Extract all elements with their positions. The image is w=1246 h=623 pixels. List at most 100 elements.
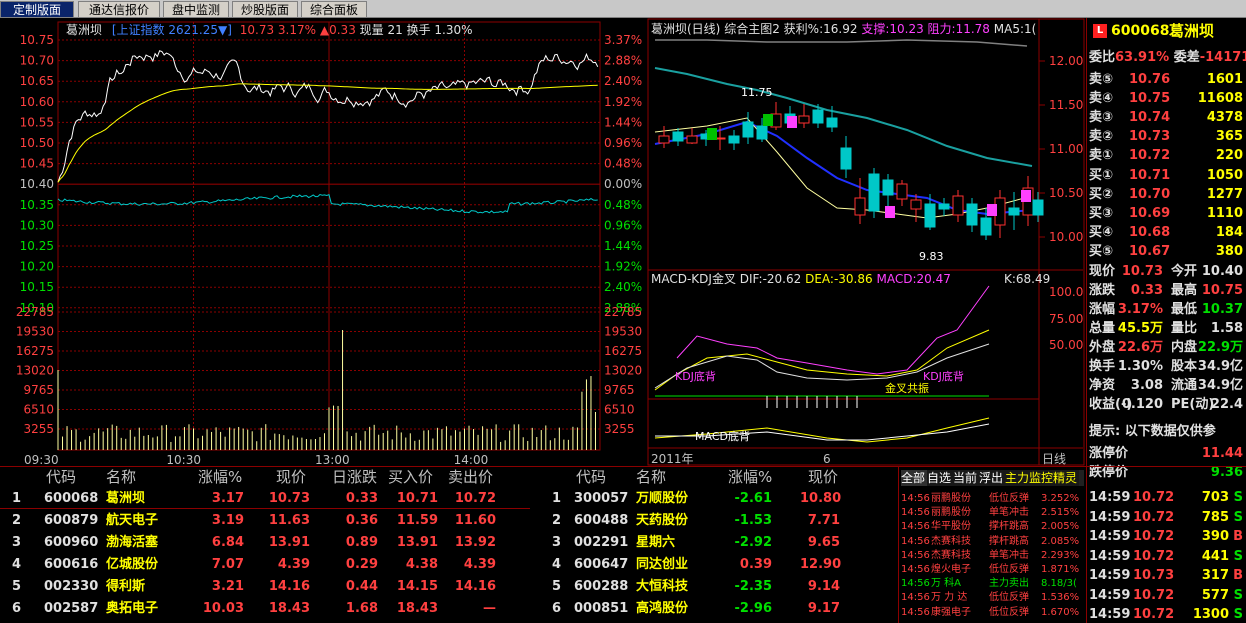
table2-header-3[interactable]: 现价	[808, 468, 838, 486]
table1-row[interactable]: 2 600879 航天电子 3.19 11.63 0.36 11.59 11.60	[0, 510, 530, 532]
table1-cell[interactable]: —	[448, 598, 496, 620]
table2-cell[interactable]: 9.17	[800, 598, 840, 620]
table1-header-0[interactable]: 代码	[46, 468, 76, 486]
table2-cell[interactable]: 3	[552, 532, 561, 554]
table1-cell[interactable]: 13.91	[390, 532, 438, 554]
table1-cell[interactable]: 2	[12, 510, 21, 532]
monitor-row[interactable]: 14:56 康强电子 低位反弹 1.670%	[901, 606, 1084, 620]
table2-header-0[interactable]: 代码	[576, 468, 606, 486]
trade-row[interactable]: 14:59 10.72 1300 S	[1089, 605, 1245, 623]
table1-cell[interactable]: 18.43	[266, 598, 310, 620]
table2-header-2[interactable]: 涨幅%	[728, 468, 772, 486]
bid-row[interactable]: 买③ 10.69 1110	[1089, 204, 1245, 223]
stat-row[interactable]: 净资 3.08 流通 34.9亿	[1089, 376, 1245, 395]
table1-cell[interactable]: 11.60	[448, 510, 496, 532]
tab-tdx-quotes[interactable]: 通达信报价	[78, 1, 160, 17]
table2-cell[interactable]: 高鸿股份	[636, 598, 688, 620]
monitor-tab[interactable]: 主力监控精灵	[1005, 470, 1079, 486]
table1-cell[interactable]: 6.84	[198, 532, 244, 554]
monitor-tab[interactable]: 当前	[953, 470, 979, 486]
table2-cell[interactable]: 0.39	[726, 554, 772, 576]
table2-cell[interactable]: 万顺股份	[636, 488, 688, 510]
tab-trading-layout[interactable]: 炒股版面	[232, 1, 298, 17]
table1-row[interactable]: 5 002330 得利斯 3.21 14.16 0.44 14.15 14.16	[0, 576, 530, 598]
table1-cell[interactable]: 14.16	[448, 576, 496, 598]
monitor-row[interactable]: 14:56 丽鹏股份 单笔冲击 2.515%	[901, 506, 1084, 520]
table1-header-1[interactable]: 名称	[106, 468, 136, 486]
table1-row[interactable]: 6 002587 奥拓电子 10.03 18.43 1.68 18.43 —	[0, 598, 530, 620]
table1-cell[interactable]: 600879	[44, 510, 98, 532]
tab-composite-panel[interactable]: 综合面板	[301, 1, 367, 17]
table1-header-6[interactable]: 卖出价	[448, 468, 493, 486]
table1-cell[interactable]: 600960	[44, 532, 98, 554]
table2-cell[interactable]: 9.65	[800, 532, 840, 554]
table1-cell[interactable]: 11.59	[390, 510, 438, 532]
table2-cell[interactable]: 000851	[574, 598, 628, 620]
monitor-row[interactable]: 14:56 杰赛科技 单笔冲击 2.293%	[901, 549, 1084, 563]
table1-cell[interactable]: 600616	[44, 554, 98, 576]
table1-cell[interactable]: 1	[12, 488, 21, 510]
monitor-tab[interactable]: 自选	[927, 470, 953, 486]
table2-cell[interactable]: -2.35	[726, 576, 772, 598]
tab-custom-layout[interactable]: 定制版面	[0, 1, 74, 17]
ask-row[interactable]: 卖① 10.72 220	[1089, 146, 1245, 165]
table2-cell[interactable]: 600288	[574, 576, 628, 598]
table1-header-3[interactable]: 现价	[276, 468, 306, 486]
table1-cell[interactable]: 5	[12, 576, 21, 598]
stat-row[interactable]: 涨幅 3.17% 最低 10.37	[1089, 300, 1245, 319]
table1-cell[interactable]: 11.63	[266, 510, 310, 532]
table2-cell[interactable]: 4	[552, 554, 561, 576]
table2-row[interactable]: 3 002291 星期六 -2.92 9.65	[540, 532, 896, 554]
monitor-row[interactable]: 14:56 万 力 达 低位反弹 1.536%	[901, 591, 1084, 605]
table1-cell[interactable]: 0.44	[330, 576, 378, 598]
table1-header-5[interactable]: 买入价	[388, 468, 433, 486]
table1-row[interactable]: 4 600616 亿城股份 7.07 4.39 0.29 4.38 4.39	[0, 554, 530, 576]
table1-cell[interactable]: 002330	[44, 576, 98, 598]
table1-cell[interactable]: 4.39	[266, 554, 310, 576]
table1-cell[interactable]: 渤海活塞	[106, 532, 158, 554]
stat-row[interactable]: 涨跌 0.33 最高 10.75	[1089, 281, 1245, 300]
table2-cell[interactable]: 10.80	[800, 488, 841, 510]
table1-cell[interactable]: 14.15	[390, 576, 438, 598]
table1-cell[interactable]: 3.19	[198, 510, 244, 532]
ask-row[interactable]: 卖② 10.73 365	[1089, 127, 1245, 146]
monitor-tab[interactable]: 浮出	[979, 470, 1005, 486]
table1-cell[interactable]: 3.21	[198, 576, 244, 598]
table1-cell[interactable]: 航天电子	[106, 510, 158, 532]
trade-row[interactable]: 14:59 10.73 317 B	[1089, 566, 1245, 585]
trade-row[interactable]: 14:59 10.72 785 S	[1089, 508, 1245, 527]
table2-row[interactable]: 5 600288 大恒科技 -2.35 9.14	[540, 576, 896, 598]
table1-cell[interactable]: 4.39	[448, 554, 496, 576]
table2-cell[interactable]: 星期六	[636, 532, 675, 554]
table1-cell[interactable]: 13.92	[448, 532, 496, 554]
ask-row[interactable]: 卖④ 10.75 11608	[1089, 89, 1245, 108]
table2-row[interactable]: 2 600488 天药股份 -1.53 7.71	[540, 510, 896, 532]
table2-cell[interactable]: -2.92	[726, 532, 772, 554]
trade-row[interactable]: 14:59 10.72 577 S	[1089, 586, 1245, 605]
table2-cell[interactable]: 12.90	[800, 554, 841, 576]
table1-cell[interactable]: 葛洲坝	[106, 488, 145, 510]
table1-cell[interactable]: 0.36	[330, 510, 378, 532]
table1-cell[interactable]: 0.33	[330, 488, 378, 510]
table2-cell[interactable]: 5	[552, 576, 561, 598]
table1-cell[interactable]: 002587	[44, 598, 98, 620]
monitor-row[interactable]: 14:56 煌火电子 低位反弹 1.871%	[901, 563, 1084, 577]
stat-row[interactable]: 收益(-) 0.120 PE(动) 22.4	[1089, 395, 1245, 414]
table1-cell[interactable]: 得利斯	[106, 576, 145, 598]
table1-cell[interactable]: 10.72	[448, 488, 496, 510]
table1-header-2[interactable]: 涨幅%	[198, 468, 242, 486]
intraday-chart[interactable]: 10.75 3.37% 10.70 2.88% 10.65 2.40% 10.60 1.92%…	[0, 18, 646, 466]
table2-cell[interactable]: 2	[552, 510, 561, 532]
table1-cell[interactable]: 6	[12, 598, 21, 620]
table2-cell[interactable]: -1.53	[726, 510, 772, 532]
table2-header-1[interactable]: 名称	[636, 468, 666, 486]
table1-cell[interactable]: 0.29	[330, 554, 378, 576]
table2-cell[interactable]: 600647	[574, 554, 628, 576]
table2-cell[interactable]: 600488	[574, 510, 628, 532]
table2-cell[interactable]: 9.14	[800, 576, 840, 598]
table1-cell[interactable]: 13.91	[266, 532, 310, 554]
bid-row[interactable]: 买④ 10.68 184	[1089, 223, 1245, 242]
daily-chart[interactable]: 12.00 11.50 11.00 10.50 10.00 100.0 75.00 50.00…	[647, 18, 1085, 468]
table1-cell[interactable]: 0.89	[330, 532, 378, 554]
stat-row[interactable]: 现价 10.73 今开 10.40	[1089, 262, 1245, 281]
